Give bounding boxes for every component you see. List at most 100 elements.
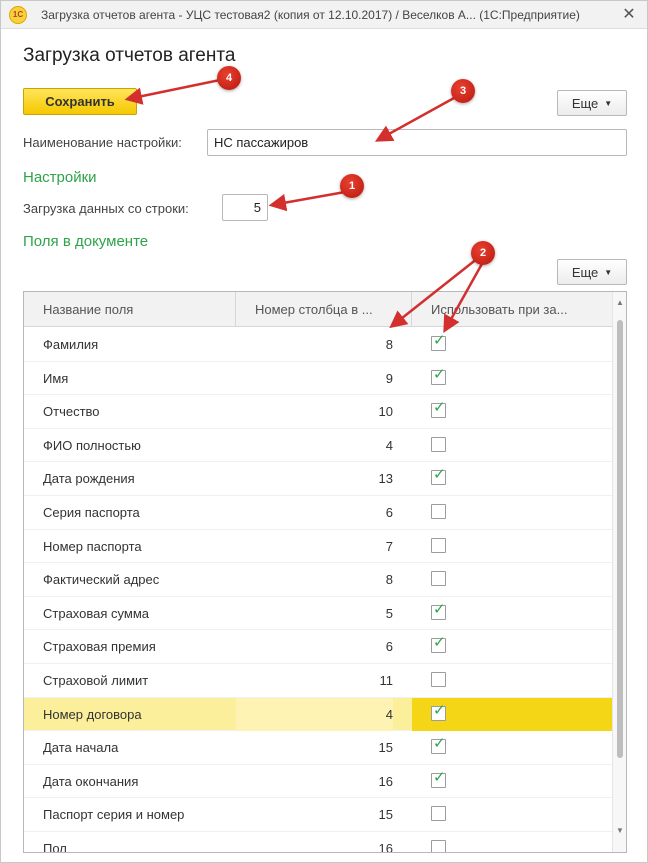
more-button[interactable]: Еще ▼ (557, 90, 627, 116)
use-cell: ✓ (412, 462, 612, 495)
window-title: Загрузка отчетов агента - УЦС тестовая2 … (41, 7, 580, 22)
scroll-up-icon[interactable]: ▲ (613, 296, 626, 310)
fields-section-title: Поля в документе (23, 233, 149, 250)
vertical-scrollbar[interactable]: ▲ ▼ (612, 292, 626, 852)
column-number-cell[interactable]: 4 (236, 697, 393, 731)
field-name-cell: Отчество (43, 404, 100, 420)
use-checkbox[interactable]: ✓ (431, 703, 446, 721)
column-number-cell[interactable]: 13 (236, 462, 393, 495)
use-checkbox[interactable] (431, 537, 446, 553)
table-row[interactable]: Страховая сумма 5 ✓ (24, 597, 612, 631)
column-number-cell[interactable]: 6 (236, 496, 393, 529)
use-checkbox[interactable] (431, 839, 446, 852)
column-header-column-number[interactable]: Номер столбца в ... (236, 292, 412, 327)
use-cell (412, 496, 612, 529)
table-row[interactable]: Фамилия 8 ✓ (24, 328, 612, 362)
column-number-cell[interactable]: 7 (236, 530, 393, 563)
column-number-cell[interactable]: 16 (236, 832, 393, 852)
fields-table: Название поля Номер столбца в ... Исполь… (23, 291, 627, 853)
use-checkbox[interactable] (431, 806, 446, 822)
use-cell: ✓ (412, 697, 612, 731)
table-row[interactable]: Фактический адрес 8 (24, 563, 612, 597)
field-name-cell: Номер договора (43, 706, 142, 722)
table-more-button[interactable]: Еще ▼ (557, 259, 627, 285)
use-cell (412, 664, 612, 697)
table-row[interactable]: Страховая премия 6 ✓ (24, 630, 612, 664)
start-row-input[interactable]: 5 (222, 194, 268, 221)
use-cell (412, 530, 612, 563)
use-cell: ✓ (412, 597, 612, 630)
annotation-badge-2: 2 (471, 241, 495, 265)
checkmark-icon: ✓ (433, 768, 446, 786)
use-cell (412, 563, 612, 596)
use-cell (412, 429, 612, 462)
field-name-cell: Паспорт серия и номер (43, 807, 185, 823)
column-number-cell[interactable]: 9 (236, 362, 393, 395)
field-name-cell: Фактический адрес (43, 572, 160, 588)
chevron-down-icon: ▼ (604, 98, 613, 108)
use-checkbox[interactable]: ✓ (431, 400, 446, 419)
use-checkbox[interactable]: ✓ (431, 602, 446, 620)
field-name-cell: Дата рождения (43, 471, 135, 487)
1c-logo-icon: 1С (9, 5, 27, 24)
table-row[interactable]: Серия паспорта 6 (24, 496, 612, 530)
field-name-cell: Номер паспорта (43, 538, 142, 554)
table-row[interactable]: Дата рождения 13 ✓ (24, 462, 612, 496)
table-row[interactable]: Номер договора 4 ✓ (24, 697, 612, 732)
table-row[interactable]: Дата окончания 16 ✓ (24, 765, 612, 799)
column-number-cell[interactable]: 4 (236, 429, 393, 462)
column-number-cell[interactable]: 11 (236, 664, 394, 697)
column-number-cell[interactable]: 10 (236, 395, 393, 428)
column-number-cell[interactable]: 5 (236, 597, 393, 630)
save-button[interactable]: Сохранить (23, 88, 137, 115)
use-cell (412, 832, 612, 852)
field-name-cell: Серия паспорта (43, 504, 140, 520)
column-header-use[interactable]: Использовать при за... (412, 292, 612, 327)
field-name-cell: Пол (43, 840, 67, 853)
checkmark-icon: ✓ (433, 634, 446, 652)
column-number-cell[interactable]: 6 (236, 630, 393, 663)
setting-name-label: Наименование настройки: (23, 135, 182, 150)
use-checkbox[interactable]: ✓ (431, 466, 446, 486)
table-row[interactable]: Номер паспорта 7 (24, 530, 612, 564)
use-checkbox[interactable] (431, 436, 446, 452)
checkmark-icon: ✓ (433, 332, 446, 349)
use-checkbox[interactable]: ✓ (431, 365, 446, 385)
column-number-cell[interactable]: 16 (236, 765, 393, 798)
column-header-field-name[interactable]: Название поля (24, 292, 236, 327)
field-name-cell: Страховая сумма (43, 605, 149, 621)
table-row[interactable]: Пол 16 (24, 832, 612, 853)
column-number-cell[interactable]: 8 (236, 328, 393, 361)
table-row[interactable]: Дата начала 15 ✓ (24, 731, 612, 765)
use-checkbox[interactable]: ✓ (431, 768, 446, 788)
use-cell (412, 798, 612, 831)
checkmark-icon: ✓ (433, 466, 446, 484)
use-checkbox[interactable] (431, 503, 446, 519)
close-icon[interactable]: ✕ (619, 5, 639, 25)
use-cell: ✓ (412, 630, 612, 663)
field-name-cell: Дата окончания (43, 773, 139, 789)
setting-name-input[interactable]: НС пассажиров (207, 129, 627, 156)
use-checkbox[interactable] (431, 571, 446, 587)
checkmark-icon: ✓ (433, 365, 446, 383)
checkmark-icon: ✓ (433, 735, 446, 753)
table-row[interactable]: Страховой лимит 11 (24, 664, 612, 698)
table-row[interactable]: Отчество 10 ✓ (24, 395, 612, 429)
field-name-cell: Фамилия (43, 337, 99, 352)
use-checkbox[interactable]: ✓ (431, 735, 446, 755)
scroll-down-icon[interactable]: ▼ (613, 824, 626, 838)
column-number-cell[interactable]: 15 (236, 731, 393, 764)
table-row[interactable]: ФИО полностью 4 (24, 429, 612, 463)
field-name-cell: Страховой лимит (43, 672, 149, 688)
table-row[interactable]: Паспорт серия и номер 15 (24, 798, 612, 832)
table-row[interactable]: Имя 9 ✓ (24, 362, 612, 396)
use-checkbox[interactable] (431, 671, 446, 687)
table-header: Название поля Номер столбца в ... Исполь… (24, 292, 612, 327)
column-number-cell[interactable]: 8 (236, 563, 393, 596)
title-bar: 1С Загрузка отчетов агента - УЦС тестова… (1, 1, 647, 29)
use-checkbox[interactable]: ✓ (431, 332, 446, 351)
field-name-cell: ФИО полностью (43, 437, 141, 453)
column-number-cell[interactable]: 15 (236, 798, 393, 831)
scroll-thumb[interactable] (617, 320, 623, 758)
use-checkbox[interactable]: ✓ (431, 634, 446, 654)
